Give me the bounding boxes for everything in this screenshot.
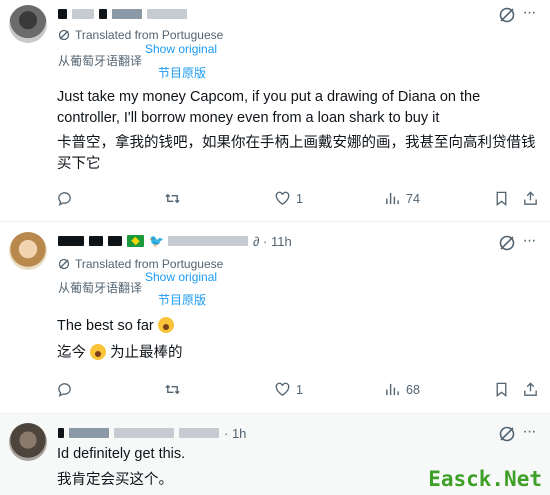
show-original-link[interactable]: Show original [145,42,217,56]
tweet-text: Just take my money Capcom, if you put a … [57,89,481,126]
more-options-icon[interactable]: ··· [520,5,538,24]
reply-button[interactable] [56,190,78,207]
redacted-name [69,428,109,438]
more-options-icon[interactable]: ··· [520,424,538,443]
redacted-name [58,428,64,438]
tweet-time[interactable]: ∂ · 11h [253,234,292,249]
reply-button[interactable] [56,381,78,398]
translated-label: Translated from Portuguese [75,257,224,271]
screaming-face-emoji-icon [90,344,107,360]
more-options-icon[interactable]: ··· [520,233,538,252]
translated-notice: Translated from Portuguese [58,257,223,271]
tweet-text: Id definitely get this. [57,446,186,462]
retweet-button[interactable] [164,190,186,207]
retweet-button[interactable] [164,381,186,398]
tweet-text-zh: 卡普空，拿我的钱吧，如果你在手柄上画戴安娜的画，我甚至向高利贷借钱买下它 [57,135,536,172]
translated-label: Translated from Portuguese [75,28,224,42]
views-icon [386,383,399,396]
views-icon [386,192,399,205]
share-icon [524,382,537,396]
tweet-header: 🐦 ∂ · 11h [58,231,292,251]
redacted-name [58,236,84,246]
avatar[interactable] [9,5,47,43]
grok-icon[interactable] [498,6,516,24]
watermark: Easck.Net [428,467,542,491]
heart-icon [275,382,290,396]
redacted-handle [147,9,187,19]
tweet-header: · 1h [58,423,246,443]
avatar[interactable] [9,232,47,270]
translated-label-zh: 从葡萄牙语翻译 [58,281,143,295]
bookmark-button[interactable] [493,190,510,207]
reply-icon [58,192,71,206]
like-button[interactable]: 1 [274,381,303,398]
bookmark-icon [496,191,507,206]
screaming-face-emoji-icon [157,317,174,333]
share-button[interactable] [522,190,539,207]
grok-icon[interactable] [498,425,516,443]
reply-icon [58,383,71,397]
redacted-name [72,9,94,19]
bookmark-button[interactable] [493,381,510,398]
bookmark-icon [496,382,507,397]
retweet-icon [165,384,180,395]
grok-icon[interactable] [498,234,516,252]
like-button[interactable]: 1 [274,190,303,207]
views-button[interactable]: 68 [384,381,420,398]
redacted-handle [114,428,174,438]
like-count: 1 [296,191,303,206]
tweet-time[interactable]: · 1h [224,426,246,441]
translated-label-zh: 从葡萄牙语翻译 [58,54,143,68]
views-button[interactable]: 74 [384,190,420,207]
heart-icon [275,191,290,205]
redacted-name [108,236,122,246]
redacted-handle [179,428,219,438]
redacted-name [99,9,107,19]
translate-icon [58,29,70,41]
translated-notice: Translated from Portuguese [58,28,223,42]
show-original-link[interactable]: Show original [145,270,217,284]
redacted-name [89,236,103,246]
retweet-icon [165,193,180,204]
share-button[interactable] [522,381,539,398]
brazil-flag-icon [127,235,144,247]
like-count: 1 [296,382,303,397]
redacted-name [58,9,67,19]
redacted-handle [168,236,248,246]
translate-icon [58,258,70,270]
show-original-link-zh[interactable]: 节目原版 [158,291,206,308]
show-original-link-zh[interactable]: 节目原版 [158,64,206,81]
tweet-text-zh: 迄今 为止最棒的 [57,344,183,361]
view-count: 68 [406,382,420,397]
share-icon [524,191,537,205]
tweet-header [58,4,187,24]
avatar[interactable] [9,423,47,461]
redacted-handle [112,9,142,19]
view-count: 74 [406,191,420,206]
tweet-text: The best so far [57,316,542,337]
bird-icon: 🐦 [149,234,164,248]
